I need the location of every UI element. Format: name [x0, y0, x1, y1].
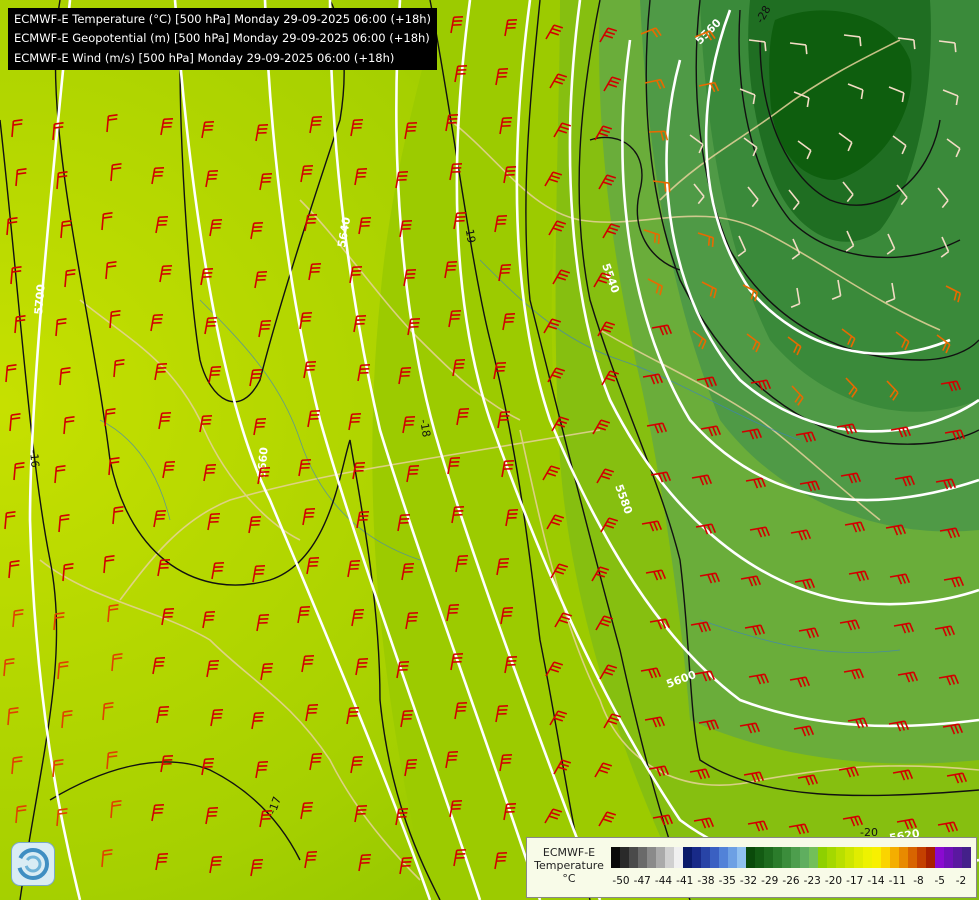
legend-swatch: [737, 847, 746, 868]
legend-color-ramp: [611, 847, 971, 868]
legend-tick-label: -23: [803, 875, 821, 887]
legend-swatch: [953, 847, 962, 868]
legend-swatch: [692, 847, 701, 868]
legend-swatch: [701, 847, 710, 868]
legend-tick-label: -44: [654, 875, 673, 887]
legend-tick-label: -29: [761, 875, 779, 887]
legend-parameter: Temperature: [534, 859, 604, 872]
temperature-legend: ECMWF-E Temperature °C -50 -47 -44 -41 -38 -3…: [526, 837, 977, 898]
legend-title: ECMWF-E Temperature °C: [527, 846, 611, 885]
legend-tick-label: -8: [913, 875, 924, 887]
legend-model: ECMWF-E: [542, 846, 596, 859]
legend-swatch: [836, 847, 845, 868]
legend-tick-label: -5: [934, 875, 945, 887]
legend-swatch: [647, 847, 656, 868]
ecmwf-logo-icon: [11, 842, 55, 886]
legend-tick-label: -17: [846, 875, 864, 887]
legend-swatch: [728, 847, 737, 868]
legend-swatch: [620, 847, 629, 868]
legend-swatch: [674, 847, 683, 868]
legend-tick-label: -32: [739, 875, 758, 887]
legend-swatch: [818, 847, 827, 868]
legend-tick-label: -38: [697, 875, 715, 887]
legend-tick-label: -2: [955, 875, 967, 887]
legend-swatch: [773, 847, 782, 868]
legend-swatch: [881, 847, 890, 868]
legend-tick-label: -47: [633, 875, 651, 887]
legend-unit: °C: [562, 872, 576, 885]
legend-swatch: [791, 847, 800, 868]
legend-swatch: [764, 847, 773, 868]
legend-swatch: [890, 847, 899, 868]
legend-swatch: [899, 847, 908, 868]
temperature-label: -16: [27, 449, 42, 468]
legend-swatch: [782, 847, 791, 868]
legend-tick-label: -20: [824, 875, 843, 887]
weather-map: 5540 5580 5600 5620 5640 5660 5700 5560 …: [0, 0, 979, 900]
legend-tick-label: -41: [676, 875, 694, 887]
legend-swatch: [746, 847, 755, 868]
legend-swatch: [710, 847, 719, 868]
legend-tick-label: -26: [782, 875, 800, 887]
legend-swatch: [755, 847, 764, 868]
legend-swatch: [863, 847, 872, 868]
legend-tick-label: -11: [888, 875, 906, 887]
legend-swatch: [719, 847, 728, 868]
legend-swatch: [962, 847, 971, 868]
legend-swatch: [845, 847, 854, 868]
geopotential-label: 5660: [255, 446, 271, 478]
legend-swatch: [656, 847, 665, 868]
wind-title: ECMWF-E Wind (m/s) [500 hPa] Monday 29-0…: [14, 50, 395, 65]
legend-ticks: -50 -47 -44 -41 -38 -35 -32 -29 -26 -23 -20 -17 -14-…: [611, 875, 971, 889]
legend-swatch: [935, 847, 944, 868]
legend-swatch: [917, 847, 926, 868]
legend-tick-label: -14: [867, 875, 885, 887]
legend-swatch: [908, 847, 917, 868]
map-title-box: ECMWF-E Temperature (°C) [500 hPa] Monda…: [8, 8, 438, 70]
legend-swatch: [638, 847, 647, 868]
geopotential-label: 5700: [32, 283, 48, 315]
legend-swatch: [665, 847, 674, 868]
legend-swatch: [872, 847, 881, 868]
legend-swatch: [809, 847, 818, 868]
geopotential-title: ECMWF-E Geopotential (m) [500 hPa] Monda…: [14, 31, 430, 46]
legend-swatch: [611, 847, 620, 868]
temperature-title: ECMWF-E Temperature (°C) [500 hPa] Monda…: [14, 12, 432, 26]
legend-swatch: [800, 847, 809, 868]
legend-swatch: [629, 847, 638, 868]
legend-tick-label: -35: [718, 875, 736, 887]
legend-swatch: [827, 847, 836, 868]
legend-swatch: [683, 847, 692, 868]
legend-swatch: [926, 847, 935, 868]
legend-swatch: [854, 847, 863, 868]
legend-tick-label: -50: [612, 875, 630, 887]
legend-swatch: [944, 847, 953, 868]
